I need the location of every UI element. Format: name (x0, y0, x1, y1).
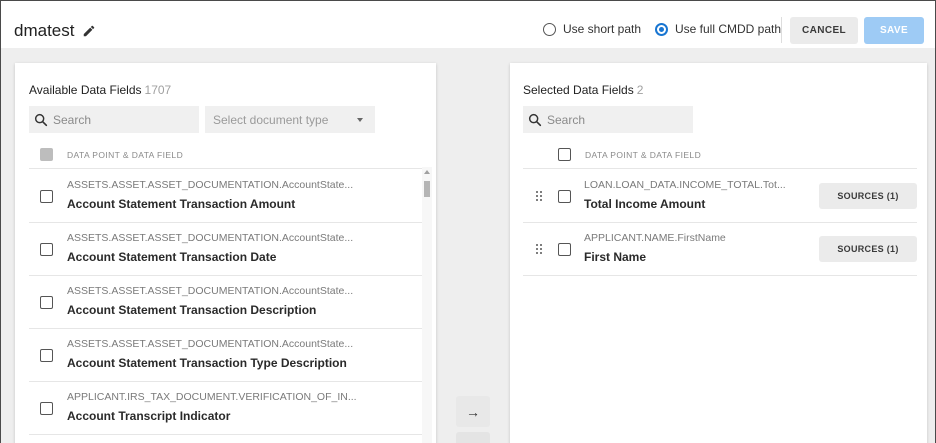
cancel-button[interactable]: CANCEL (790, 17, 858, 44)
row-label: Account Statement Transaction Amount (67, 197, 296, 211)
scrollbar-thumb[interactable] (424, 181, 430, 197)
radio-full-cmdd-path-label: Use full CMDD path (675, 22, 782, 36)
selected-panel-title: Selected Data Fields 2 (523, 83, 643, 97)
list-item[interactable]: ASSETS.ASSET.ASSET_DOCUMENTATION.Account… (29, 329, 422, 382)
remove-from-selected-button[interactable] (456, 432, 490, 443)
row-path: ASSETS.ASSET.ASSET_DOCUMENTATION.Account… (67, 179, 354, 191)
drag-handle-icon[interactable] (536, 244, 544, 255)
radio-short-path-label: Use short path (563, 22, 642, 36)
document-type-placeholder: Select document type (213, 112, 329, 127)
table-row[interactable]: LOAN.LOAN_DATA.INCOME_TOTAL.Tot... Total… (523, 170, 917, 223)
row-label: Account Statement Transaction Type Descr… (67, 356, 347, 370)
arrow-right-icon: → (466, 403, 480, 420)
save-button[interactable]: SAVE (864, 17, 924, 44)
sources-button[interactable]: SOURCES (1) (819, 183, 917, 209)
available-panel-title: Available Data Fields 1707 (29, 83, 171, 97)
row-checkbox[interactable] (40, 402, 53, 415)
row-label: First Name (584, 250, 647, 264)
row-path: ASSETS.ASSET.ASSET_DOCUMENTATION.Account… (67, 232, 354, 244)
header-divider (781, 17, 782, 43)
available-column-header-label: DATA POINT & DATA FIELD (67, 149, 184, 160)
row-checkbox[interactable] (558, 190, 571, 203)
selected-column-header: DATA POINT & DATA FIELD (523, 141, 917, 169)
document-type-select[interactable]: Select document type (205, 106, 375, 133)
selected-search-input[interactable]: Search (523, 106, 693, 133)
scroll-up-arrow-icon[interactable] (424, 170, 430, 174)
list-item[interactable]: APPLICANT.IRS_TAX_DOCUMENT.VERIFICATION_… (29, 382, 422, 435)
row-checkbox[interactable] (40, 349, 53, 362)
selected-title-text: Selected Data Fields (523, 83, 634, 97)
select-all-checkbox[interactable] (40, 148, 53, 161)
list-item[interactable]: ASSETS.ASSET.ASSET_DOCUMENTATION.Account… (29, 170, 422, 223)
drag-handle-icon[interactable] (536, 191, 544, 202)
page-title-text: dmatest (14, 21, 75, 40)
row-label: Account Statement Transaction Date (67, 250, 277, 264)
row-path: ASSETS.ASSET.ASSET_DOCUMENTATION.Account… (67, 338, 354, 350)
radio-full-cmdd-path-circle[interactable] (655, 22, 668, 36)
list-item[interactable]: ASSETS.ASSET.ASSET_DOCUMENTATION.Account… (29, 276, 422, 329)
edit-pencil-icon[interactable] (82, 24, 96, 38)
radio-full-cmdd-path[interactable]: Use full CMDD path (655, 22, 781, 36)
page-title: dmatest (14, 21, 96, 41)
selected-data-fields-panel: Selected Data Fields 2 Search DATA POINT … (510, 63, 927, 443)
selected-column-header-label: DATA POINT & DATA FIELD (585, 149, 702, 160)
app-frame: dmatest Use short path Use full CMDD pat… (0, 0, 936, 443)
available-column-header: DATA POINT & DATA FIELD (29, 141, 422, 169)
available-data-fields-panel: Available Data Fields 1707 Search Select … (15, 63, 436, 443)
row-label: Total Income Amount (584, 197, 706, 211)
selected-search-placeholder: Search (547, 112, 586, 127)
row-checkbox[interactable] (40, 190, 53, 203)
search-icon (34, 113, 48, 126)
sources-button[interactable]: SOURCES (1) (819, 236, 917, 262)
select-all-selected-checkbox[interactable] (558, 148, 571, 161)
row-path: APPLICANT.NAME.FirstName (584, 232, 726, 244)
available-search-input[interactable]: Search (29, 106, 199, 133)
list-item[interactable]: ASSETS.ASSET.ASSET_DOCUMENTATION.Account… (29, 223, 422, 276)
row-path: ASSETS.ASSET.ASSET_DOCUMENTATION.Account… (67, 285, 354, 297)
radio-short-path[interactable]: Use short path (543, 22, 641, 36)
row-path: APPLICANT.IRS_TAX_DOCUMENT.VERIFICATION_… (67, 391, 357, 403)
row-label: Account Statement Transaction Descriptio… (67, 303, 317, 317)
radio-short-path-circle[interactable] (543, 22, 556, 36)
row-checkbox[interactable] (558, 243, 571, 256)
available-count: 1707 (144, 83, 172, 97)
chevron-down-icon (357, 118, 363, 122)
row-label: Account Transcript Indicator (67, 409, 231, 423)
available-title-text: Available Data Fields (29, 83, 142, 97)
add-to-selected-button[interactable]: → (456, 396, 490, 427)
row-checkbox[interactable] (40, 243, 53, 256)
table-row[interactable]: APPLICANT.NAME.FirstName First Name SOUR… (523, 223, 917, 276)
top-bar: dmatest Use short path Use full CMDD pat… (1, 1, 935, 61)
row-path: LOAN.LOAN_DATA.INCOME_TOTAL.Tot... (584, 179, 786, 191)
available-scrollbar[interactable] (422, 167, 432, 443)
search-icon (528, 113, 542, 126)
row-checkbox[interactable] (40, 296, 53, 309)
available-search-placeholder: Search (53, 112, 92, 127)
selected-count: 2 (636, 83, 644, 97)
